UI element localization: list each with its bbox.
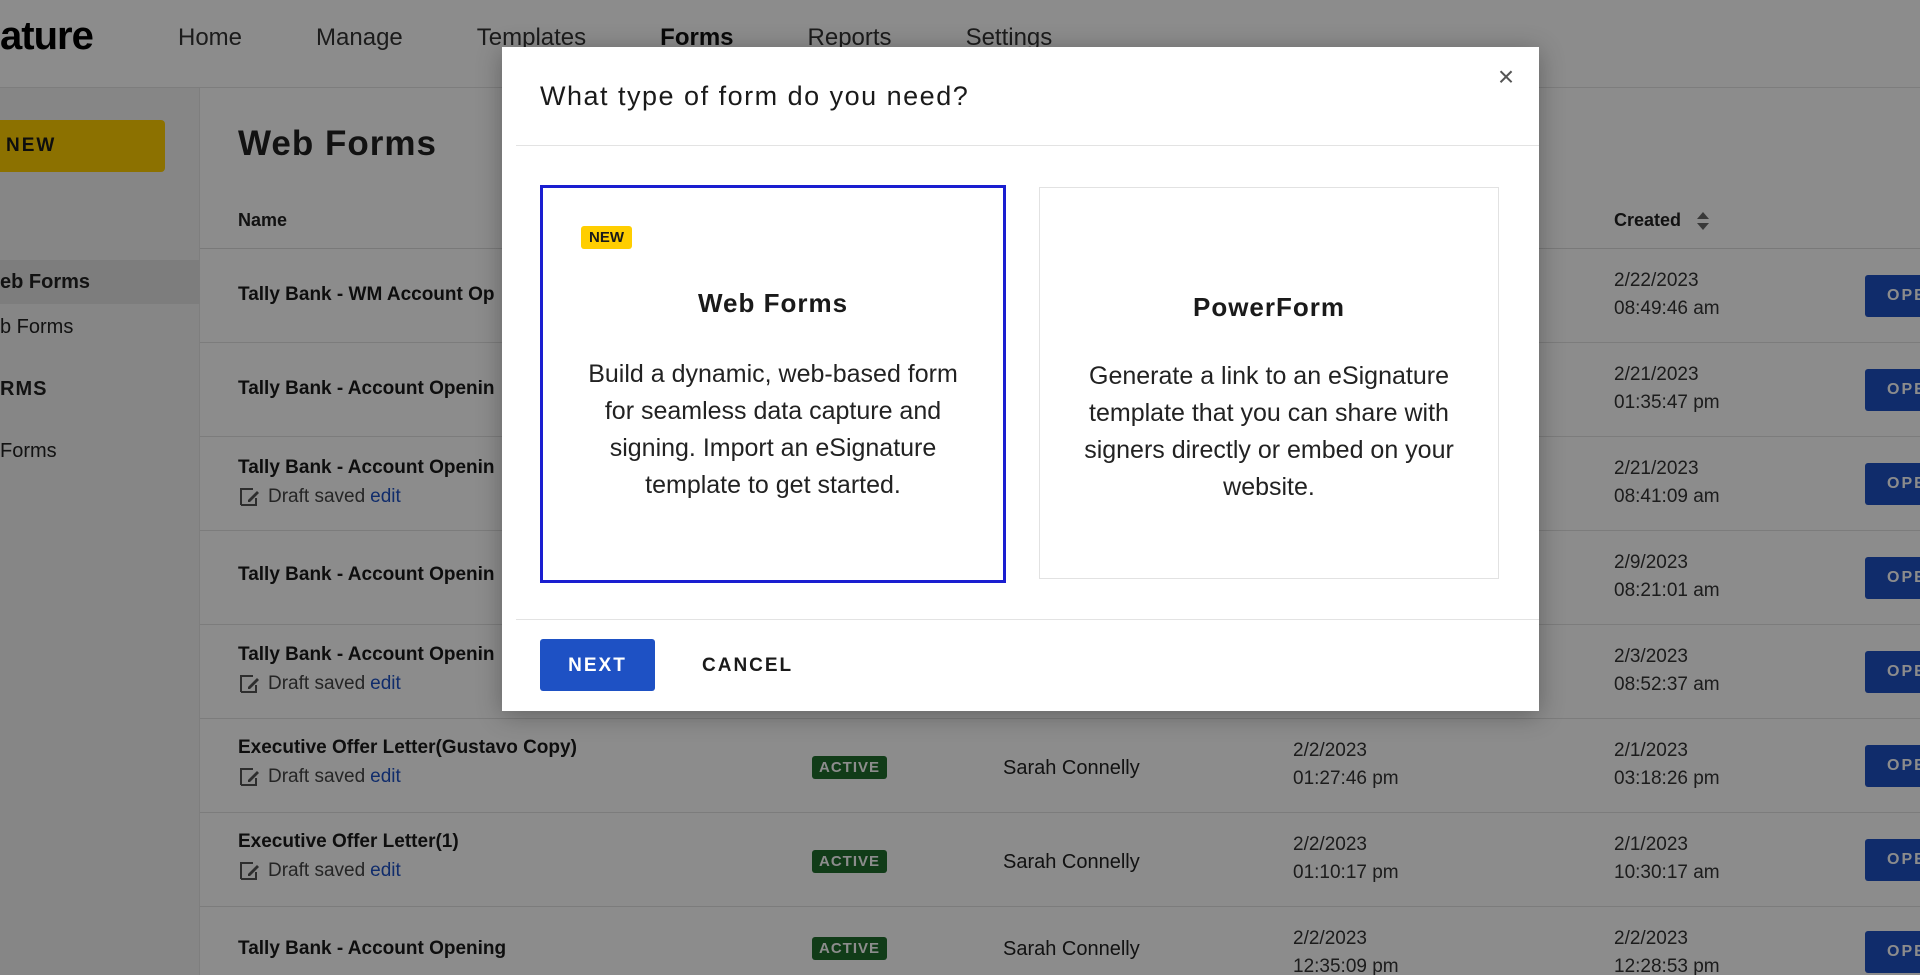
- option-description: Build a dynamic, web-based form for seam…: [588, 360, 958, 499]
- option-card-powerform[interactable]: PowerForm Generate a link to an eSignatu…: [1039, 187, 1499, 579]
- option-title: Web Forms: [697, 288, 849, 318]
- dialog-footer-divider: [516, 619, 1539, 620]
- close-icon[interactable]: ×: [1491, 61, 1521, 92]
- cancel-button[interactable]: CANCEL: [702, 655, 793, 677]
- option-card-web-forms[interactable]: NEW Web Forms Build a dynamic, web-based…: [540, 185, 1006, 583]
- next-button[interactable]: NEXT: [540, 639, 655, 691]
- dialog-title: What type of form do you need?: [540, 81, 970, 111]
- form-type-dialog: What type of form do you need? × NEW Web…: [502, 47, 1539, 711]
- option-description: Generate a link to an eSignature templat…: [1084, 362, 1454, 501]
- new-badge: NEW: [581, 226, 632, 249]
- option-title: PowerForm: [1192, 292, 1346, 322]
- dialog-divider: [516, 145, 1539, 146]
